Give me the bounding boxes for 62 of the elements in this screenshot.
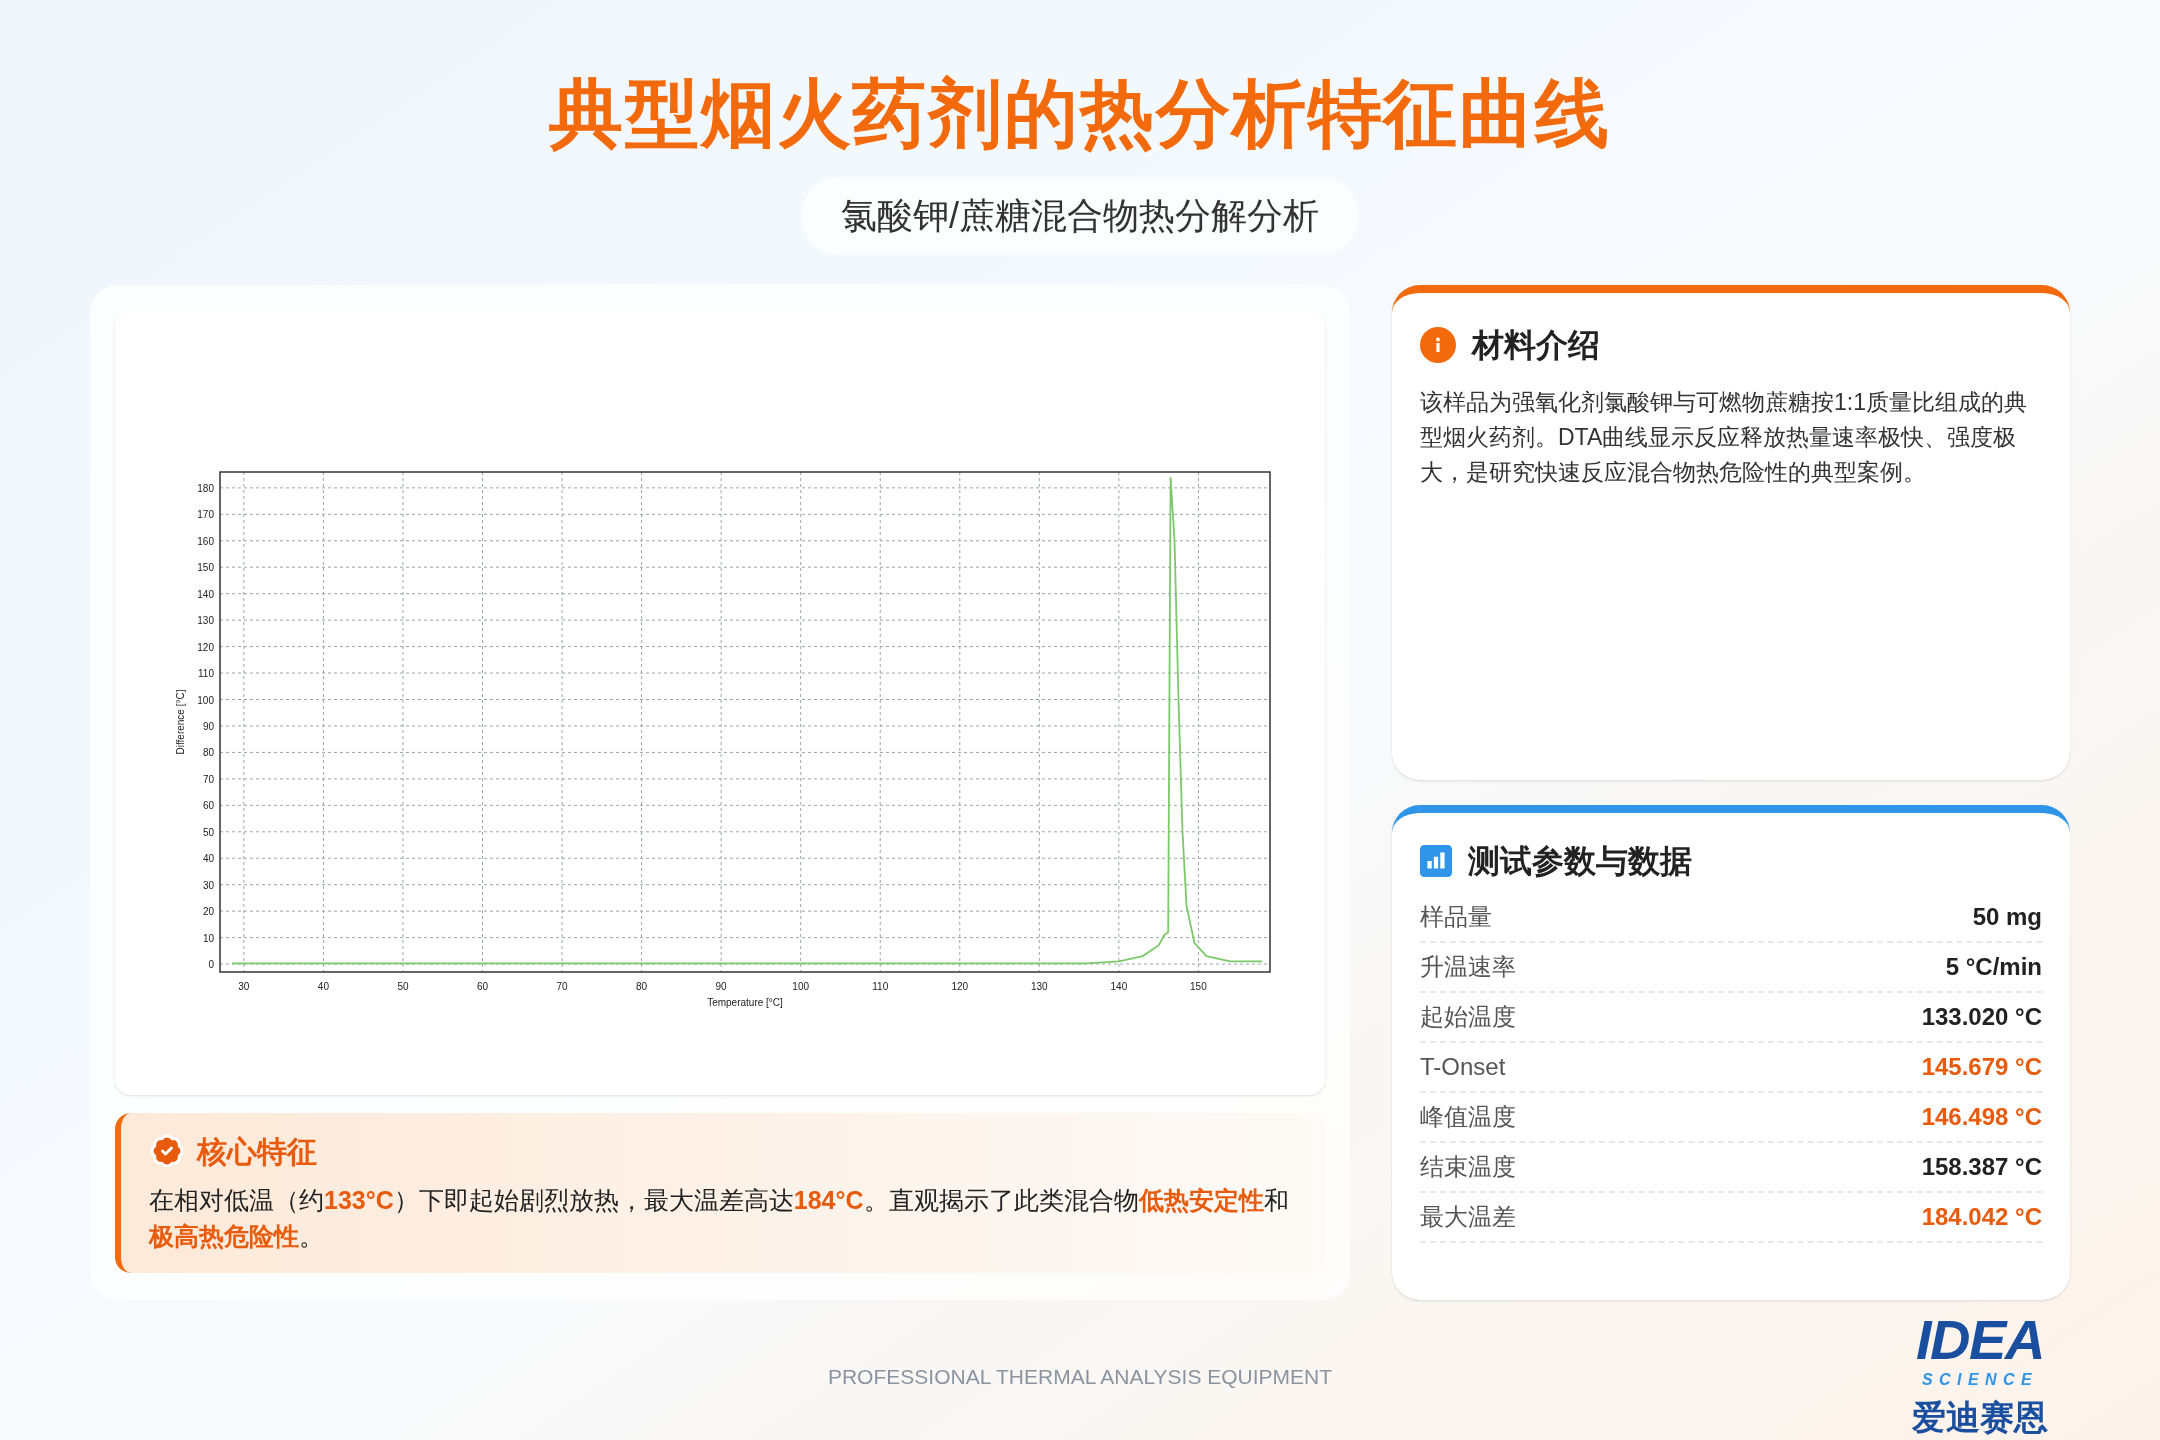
y-tick-label: 10 [202,932,214,944]
material-title: 材料介绍 [1472,325,1600,365]
bar-chart-icon [1420,844,1452,877]
y-axis-label: Difference [°C] [175,689,186,755]
subtitle-pill: 氯酸钾/蔗糖混合物热分解分析 [801,176,1359,255]
y-tick-label: 180 [197,482,214,494]
x-tick-label: 30 [238,981,250,992]
y-tick-label: 60 [202,800,214,812]
params-title: 测试参数与数据 [1468,841,1692,881]
page-title: 典型烟火药剂的热分析特征曲线 [549,71,1611,157]
y-tick-label: 110 [198,668,214,680]
x-axis-label: Temperature [°C] [707,997,783,1008]
x-tick-label: 120 [951,981,969,992]
y-tick-label: 160 [197,535,214,547]
feature-text: 在相对低温（约133°C）下即起始剧烈放热，最大温差高达184°C。直观揭示了此类混合物低热安定性和极高热危险性。 [149,1184,1290,1252]
footer-tagline: PROFESSIONAL THERMAL ANALYSIS EQUIPMENT [827,1364,1333,1390]
x-tick-label: 70 [556,981,568,992]
logo-mark: IDEA [1915,1311,2045,1368]
y-tick-label: 150 [197,562,214,574]
logo-name: 爱迪赛恩 [1912,1396,2048,1438]
x-tick-label: 60 [476,981,489,992]
y-tick-label: 30 [202,879,214,891]
x-tick-label: 40 [317,981,329,992]
y-tick-label: 140 [197,588,214,600]
param-value: 133.020 °C [1921,1001,2042,1032]
y-tick-label: 80 [202,747,214,759]
y-tick-label: 70 [202,773,214,785]
y-tick-label: 0 [208,959,214,971]
info-icon [1420,326,1456,363]
param-label: 结束温度 [1420,1151,1516,1182]
param-value: 146.498 °C [1921,1101,2042,1132]
param-label: 起始温度 [1420,1001,1516,1032]
x-tick-label: 150 [1190,981,1207,992]
param-label: 峰值温度 [1420,1101,1516,1132]
y-tick-label: 120 [197,641,214,653]
y-tick-label: 90 [202,720,214,732]
param-value: 145.679 °C [1921,1051,2042,1082]
logo-tagline: SCIENCE [1922,1369,2038,1390]
badge-check-icon [149,1133,185,1169]
feature-title: 核心特征 [197,1133,317,1170]
material-text: 该样品为强氧化剂氯酸钾与可燃物蔗糖按1:1质量比组成的典型烟火药剂。DTA曲线显示反应释放热量速率极快、强度极大，是研究快速反应混合物热危险性的典型案例。 [1420,387,2028,487]
param-value: 184.042 °C [1921,1201,2042,1232]
y-tick-label: 40 [202,853,214,865]
y-tick-label: 130 [197,615,214,627]
param-value: 5 °C/min [1945,951,2042,982]
x-tick-label: 130 [1030,981,1048,992]
param-label: 样品量 [1420,901,1492,932]
param-value: 158.387 °C [1921,1151,2042,1182]
y-tick-label: 170 [197,509,214,521]
y-tick-label: 100 [197,694,214,706]
x-tick-label: 140 [1110,981,1128,992]
x-tick-label: 50 [397,981,409,992]
param-label: T-Onset [1420,1051,1506,1082]
x-tick-label: 110 [872,981,889,992]
param-label: 最大温差 [1420,1201,1516,1232]
x-tick-label: 90 [715,981,727,992]
x-tick-label: 80 [636,981,648,992]
y-tick-label: 50 [202,826,214,838]
param-label: 升温速率 [1420,951,1516,982]
x-tick-label: 100 [792,981,810,992]
y-tick-label: 20 [202,906,214,918]
param-value: 50 mg [1972,901,2042,932]
